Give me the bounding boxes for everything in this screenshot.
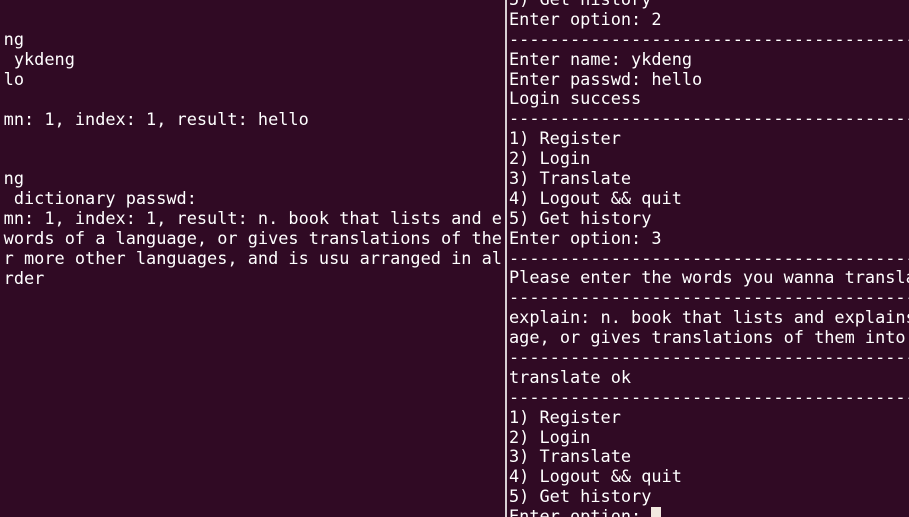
text-cursor (651, 507, 662, 517)
terminal-line: Enter option: 2 (509, 8, 662, 29)
terminal-line: lo (3, 68, 25, 89)
terminal-line: ykdeng (13, 48, 75, 69)
terminal-line: ----------------------------------------… (509, 247, 909, 268)
terminal-line: Please enter the words you wanna transla… (509, 267, 909, 288)
terminal-line: 3) Translate (509, 446, 632, 467)
terminal-line: 1) Register (509, 128, 621, 149)
terminal-line: 2) Login (509, 426, 591, 447)
terminal-line: Enter name: ykdeng (509, 48, 693, 69)
terminal-line: 4) Logout && quit (509, 466, 682, 487)
terminal-line: ----------------------------------------… (509, 287, 909, 308)
terminal-line: ----------------------------------------… (509, 386, 909, 407)
terminal-pane-right[interactable]: 5) Get historyEnter option: 2-----------… (507, 0, 909, 517)
terminal-line: Login success (509, 88, 642, 109)
terminal-line: mn: 1, index: 1, result: hello (3, 108, 309, 129)
terminal-output-left: ng ykdeng lo mn: 1, index: 1, result: he… (0, 29, 502, 289)
terminal-line: mn: 1, index: 1, result: n. book that li… (0, 208, 502, 229)
terminal-line: words of a language, or gives translatio… (0, 227, 502, 248)
terminal-line: translate ok (509, 366, 632, 387)
terminal-line: ----------------------------------------… (509, 108, 909, 129)
terminal-line: Enter option: 3 (509, 227, 662, 248)
terminal-line: rder (3, 267, 45, 288)
terminal-line: Enter passwd: hello (509, 68, 703, 89)
terminal-pane-left[interactable]: ng ykdeng lo mn: 1, index: 1, result: he… (0, 0, 505, 517)
terminal-line: 5) Get history (509, 207, 652, 228)
terminal-line: 1) Register (509, 406, 621, 427)
terminal-line: ng (3, 29, 25, 49)
terminal-line: 2) Login (509, 148, 591, 169)
terminal-line: age, or gives translations of them into … (509, 327, 909, 348)
prompt-text: Enter option: (509, 506, 652, 517)
terminal-line: explain: n. book that lists and explains… (509, 307, 909, 328)
terminal-line: ----------------------------------------… (509, 28, 909, 49)
terminal-line: ----------------------------------------… (509, 347, 909, 368)
terminal-line: r more other languages, and is usu arran… (0, 247, 502, 268)
terminal-line: dictionary passwd: (13, 188, 197, 209)
terminal-line: 5) Get history (509, 486, 652, 507)
terminal-line: 4) Logout && quit (509, 187, 682, 208)
terminal-output-right: 5) Get historyEnter option: 2-----------… (509, 0, 909, 517)
terminal-line: ng (3, 168, 25, 189)
terminal-line: 3) Translate (509, 168, 632, 189)
terminal-prompt-line[interactable]: Enter option: (509, 506, 909, 517)
